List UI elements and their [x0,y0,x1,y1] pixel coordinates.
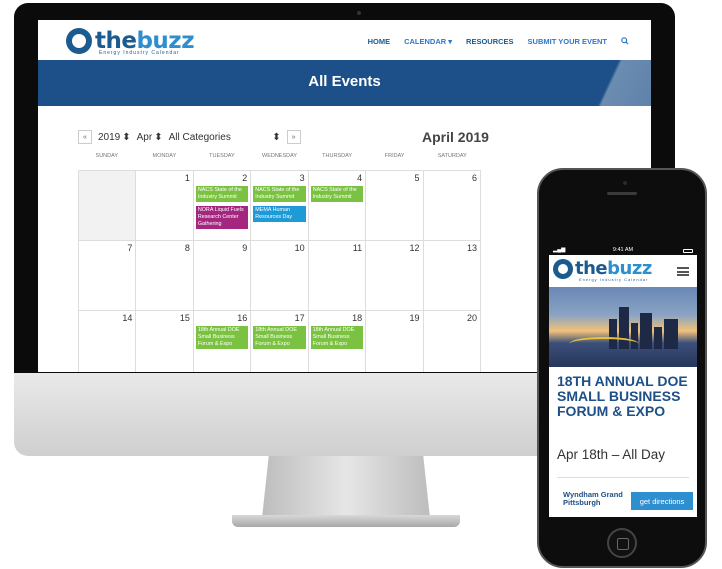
calendar-day[interactable]: 6 [423,171,481,241]
logo-swirl-icon [553,259,573,279]
logo-wordmark: thebuzz [575,258,652,279]
event-venue: Wyndham Grand Pittsburgh [563,490,623,507]
calendar-day[interactable]: 11 [308,241,367,311]
page-banner: All Events [38,60,651,106]
calendar-day[interactable]: 7 [79,241,137,311]
weekday-label: MONDAY [152,153,177,159]
event-nacs[interactable]: NACS State of the Industry Summit [310,186,364,202]
imac-stand [262,456,430,518]
event-date: Apr 18th – All Day [557,447,666,462]
calendar-day-empty [79,171,137,241]
weekday-label: FRIDAY [384,153,405,159]
get-directions-button[interactable]: get directions [631,492,693,510]
event-title: 18TH ANNUAL DOE SMALL BUSINESS FORUM & E… [557,373,688,419]
event-photo [549,287,697,367]
logo-swirl-icon [66,28,92,54]
speaker-grille [607,192,637,195]
nav-submit-event[interactable]: SUBMIT YOUR EVENT [528,37,607,47]
camera-dot [623,181,627,185]
calendar-day[interactable]: 9 [193,241,252,311]
calendar-week: 1 2 NACS State of the Industry Summit NO… [79,171,481,241]
category-select[interactable]: All Categories ⬍ [169,132,281,143]
status-bar: ▂▄▆ 9:41 AM [549,247,697,255]
calendar-week: 14 15 16 18th Annual DOE Small Business … [79,311,481,372]
calendar-day[interactable]: 2 NACS State of the Industry Summit NORA… [193,171,252,241]
year-select[interactable]: 2019 ⬍ [98,132,131,143]
divider [557,477,689,478]
event-doe[interactable]: 18th Annual DOE Small Business Forum & E… [253,326,306,349]
event-doe[interactable]: 18th Annual DOE Small Business Forum & E… [310,326,364,349]
month-title: April 2019 [422,129,489,145]
page-title: All Events [308,73,381,90]
hamburger-menu-icon[interactable] [677,267,689,276]
calendar-day[interactable]: 5 [366,171,424,241]
select-arrows-icon: ⬍ [122,131,131,143]
iphone-frame: ▂▄▆ 9:41 AM thebuzz Energy Industry Cale… [537,168,707,568]
weekday-header: SUNDAY MONDAY TUESDAY WEDNESDAY THURSDAY… [78,153,481,159]
select-arrows-icon: ⬍ [154,131,163,143]
home-button[interactable] [607,528,637,558]
calendar-day[interactable]: 13 [423,241,481,311]
status-time: 9:41 AM [612,247,634,253]
calendar-day[interactable]: 14 [79,311,137,372]
phone-screen: ▂▄▆ 9:41 AM thebuzz Energy Industry Cale… [549,247,697,517]
device-mockup: thebuzz Energy Industry Calendar HOME CA… [0,0,722,569]
calendar-day[interactable]: 3 NACS State of the Industry Summit MEMA… [251,171,309,241]
weekday-label: TUESDAY [209,153,235,159]
calendar-day[interactable]: 16 18th Annual DOE Small Business Forum … [194,311,252,372]
nav-resources[interactable]: RESOURCES [466,37,514,47]
camera-dot [357,11,361,15]
calendar-grid: 1 2 NACS State of the Industry Summit NO… [78,170,481,372]
event-mema[interactable]: MEMA Human Resources Day [253,206,306,222]
imac-base [232,515,460,527]
calendar-day[interactable]: 19 [366,311,424,372]
calendar-day[interactable]: 17 18th Annual DOE Small Business Forum … [251,311,309,372]
site-logo[interactable]: thebuzz Energy Industry Calendar [553,258,652,282]
calendar-week: 7 8 9 10 11 12 13 [79,241,481,311]
battery-icon [683,249,693,253]
calendar-day[interactable]: 8 [136,241,194,311]
nav-home[interactable]: HOME [368,37,391,47]
event-nacs[interactable]: NACS State of the Industry Summit [253,186,306,202]
calendar-day[interactable]: 18 18th Annual DOE Small Business Forum … [309,311,367,372]
event-nacs[interactable]: NACS State of the Industry Summit [195,186,249,202]
next-month-button[interactable]: » [286,130,301,144]
calendar-day[interactable]: 1 [136,171,194,241]
site-header: thebuzz Energy Industry Calendar HOME CA… [38,20,651,60]
calendar-day[interactable]: 10 [251,241,309,311]
event-doe[interactable]: 18th Annual DOE Small Business Forum & E… [195,326,249,349]
weekday-label: WEDNESDAY [262,153,298,159]
site-logo[interactable]: thebuzz Energy Industry Calendar [66,26,195,56]
event-nora[interactable]: NORA Liquid Fuels Research Center Gather… [195,206,249,229]
logo-tagline: Energy Industry Calendar [579,277,649,282]
calendar-day[interactable]: 15 [136,311,194,372]
logo-tagline: Energy Industry Calendar [99,50,180,56]
month-select[interactable]: Apr ⬍ [137,132,163,143]
calendar-day[interactable]: 4 NACS State of the Industry Summit [308,171,367,241]
calendar-day[interactable]: 20 [424,311,481,372]
search-icon[interactable] [621,37,629,47]
prev-month-button[interactable]: « [78,130,92,144]
nav-calendar[interactable]: CALENDAR ▾ [404,37,452,47]
weekday-label: SUNDAY [95,153,119,159]
main-nav: HOME CALENDAR ▾ RESOURCES SUBMIT YOUR EV… [368,37,629,47]
weekday-label: THURSDAY [322,153,353,159]
calendar-controls: « 2019 ⬍ Apr ⬍ All Categories ⬍ » [78,130,301,144]
calendar-day[interactable]: 12 [366,241,424,311]
weekday-label: SATURDAY [437,153,467,159]
select-arrows-icon: ⬍ [272,131,281,143]
